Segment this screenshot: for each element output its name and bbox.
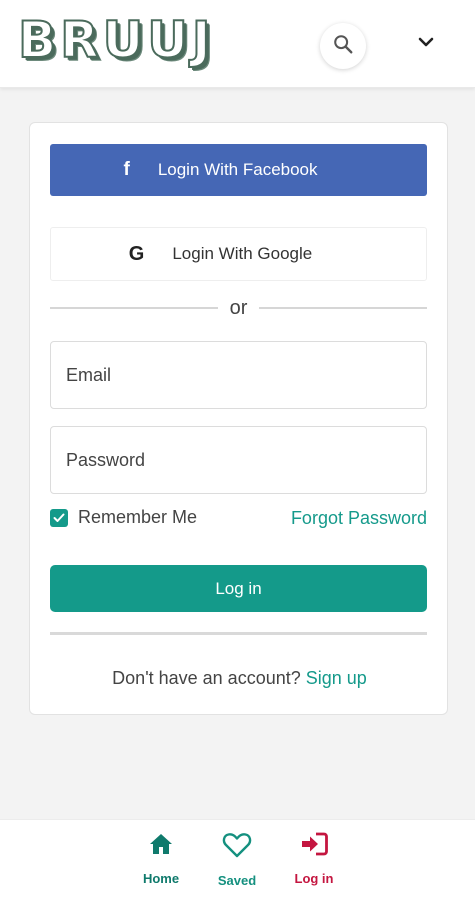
search-button[interactable] xyxy=(320,23,366,69)
nav-label-saved: Saved xyxy=(217,873,257,888)
top-header: BRUUJ xyxy=(0,0,475,88)
google-icon: G xyxy=(128,242,145,265)
or-text: or xyxy=(229,296,248,319)
facebook-icon: f xyxy=(123,159,130,180)
login-facebook-button[interactable]: f Login With Facebook xyxy=(50,144,427,196)
chevron-down-icon xyxy=(417,35,435,53)
or-divider: or xyxy=(50,295,428,321)
nav-item-home[interactable]: Home xyxy=(126,832,196,886)
login-button[interactable]: Log in xyxy=(50,565,427,612)
signup-prompt-text: Don't have an account? xyxy=(112,668,301,688)
remember-me-label: Remember Me xyxy=(78,507,198,527)
menu-dropdown-button[interactable] xyxy=(410,30,442,58)
home-icon xyxy=(148,832,174,861)
nav-label-login: Log in xyxy=(294,871,334,886)
login-google-button[interactable]: G Login With Google xyxy=(50,227,427,281)
section-divider xyxy=(50,632,427,635)
brand-logo[interactable]: BRUUJ xyxy=(17,11,214,69)
checkbox-checked-icon[interactable] xyxy=(50,508,68,527)
divider-line-left xyxy=(50,307,218,309)
login-card: f Login With Facebook G Login With Googl… xyxy=(29,122,448,715)
nav-item-saved[interactable]: Saved xyxy=(202,832,272,888)
heart-icon xyxy=(222,832,252,863)
search-icon xyxy=(332,33,354,60)
forgot-password-link[interactable]: Forgot Password xyxy=(291,508,427,529)
nav-item-login[interactable]: Log in xyxy=(279,832,349,886)
nav-label-home: Home xyxy=(142,871,180,886)
login-icon xyxy=(300,832,328,861)
divider-line-right xyxy=(259,307,428,309)
email-field[interactable] xyxy=(50,341,427,409)
login-facebook-label: Login With Facebook xyxy=(157,160,318,179)
login-google-label: Login With Google xyxy=(172,244,313,263)
signup-prompt-row: Don't have an account? Sign up xyxy=(30,668,449,689)
remember-me-checkbox[interactable]: Remember Me xyxy=(50,507,197,528)
signup-link[interactable]: Sign up xyxy=(306,668,367,688)
bottom-navigation: Home Saved Log in xyxy=(0,819,475,900)
password-field[interactable] xyxy=(50,426,427,494)
